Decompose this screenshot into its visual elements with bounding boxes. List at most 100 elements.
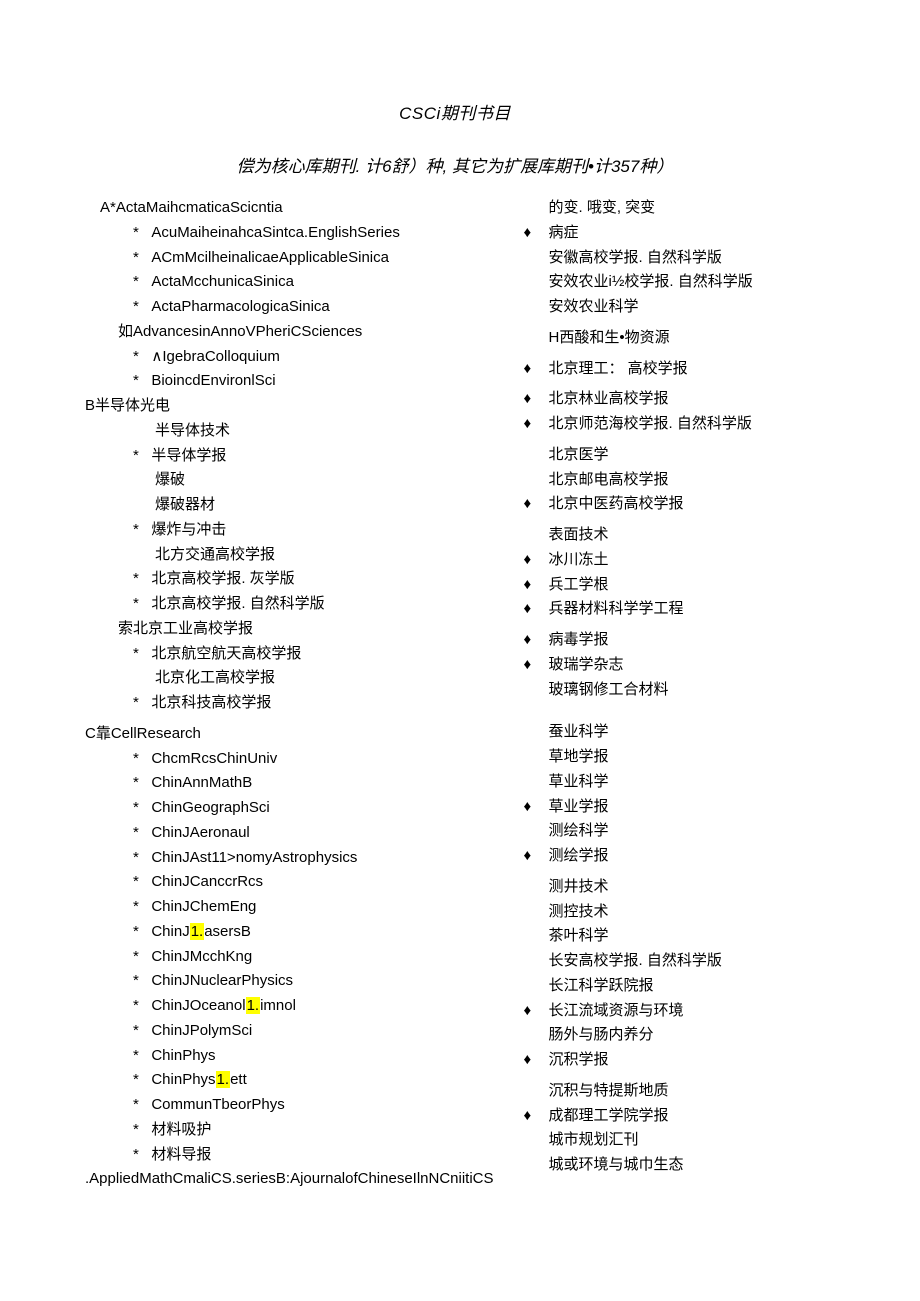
list-item: * ChinPhys1.ett bbox=[133, 1068, 494, 1093]
list-item: 爆破器材 bbox=[155, 493, 494, 518]
list-item: 北京化工高校学报 bbox=[155, 666, 494, 691]
list-item: * 爆炸与冲击 bbox=[133, 518, 494, 543]
list-item: ♦北京林业高校学报 bbox=[524, 387, 825, 412]
list-item: 蚕业科学 bbox=[549, 720, 825, 745]
list-item: ♦病症 bbox=[524, 221, 825, 246]
list-item: .AppliedMathCmaliCS.seriesB:AjournalofCh… bbox=[118, 1167, 494, 1192]
list-item: * ChinJNuclearPhysics bbox=[133, 969, 494, 994]
list-item: 城或环境与城巾生态 bbox=[549, 1153, 825, 1178]
list-item: * ChinAnnMathB bbox=[133, 771, 494, 796]
list-item: 玻璃钢修工合材料 bbox=[549, 678, 825, 703]
diamond-icon: ♦ bbox=[524, 597, 549, 622]
page-title: CSCi期刊书目 bbox=[85, 100, 825, 128]
section-a-head: A*ActaMaihcmaticaScicntia bbox=[100, 196, 494, 221]
list-item: 草地学报 bbox=[549, 745, 825, 770]
list-item: ♦草业学报 bbox=[524, 795, 825, 820]
list-item: * ChinJMcchKng bbox=[133, 945, 494, 970]
list-item: * 半导体学报 bbox=[133, 444, 494, 469]
list-item: 北京医学 bbox=[549, 443, 825, 468]
title-prefix: CSCi bbox=[399, 104, 441, 123]
list-item: ♦玻瑞学杂志 bbox=[524, 653, 825, 678]
list-item: 肠外与肠内养分 bbox=[549, 1023, 825, 1048]
diamond-icon: ♦ bbox=[524, 412, 549, 437]
list-item: 北方交通高校学报 bbox=[155, 543, 494, 568]
list-item: 茶叶科学 bbox=[549, 924, 825, 949]
list-item: * 北京科技高校学报 bbox=[133, 691, 494, 716]
list-item: ♦测绘学报 bbox=[524, 844, 825, 869]
diamond-icon: ♦ bbox=[524, 221, 549, 246]
list-item: 测井技术 bbox=[549, 875, 825, 900]
list-item: ♦沉积学报 bbox=[524, 1048, 825, 1073]
list-item: ♦成都理工学院学报 bbox=[524, 1104, 825, 1129]
list-item: 爆破 bbox=[155, 468, 494, 493]
title-suffix: 期刊书目 bbox=[441, 104, 511, 123]
list-item: * ChinJAst11>nomyAstrophysics bbox=[133, 846, 494, 871]
list-item: 北京邮电高校学报 bbox=[549, 468, 825, 493]
list-item: ♦长江流域资源与环境 bbox=[524, 999, 825, 1024]
diamond-icon: ♦ bbox=[524, 492, 549, 517]
list-item: H西酸和生•物资源 bbox=[549, 326, 825, 351]
highlight: 1. bbox=[190, 923, 205, 940]
diamond-icon: ♦ bbox=[524, 548, 549, 573]
list-item: 安效农业i½校学报. 自然科学版 bbox=[549, 270, 825, 295]
list-item: ♦冰川冻土 bbox=[524, 548, 825, 573]
list-item: 安徽高校学报. 自然科学版 bbox=[549, 246, 825, 271]
list-item: * ChinJCanccrRcs bbox=[133, 870, 494, 895]
list-item: * 北京航空航天高校学报 bbox=[133, 642, 494, 667]
list-item: * 材料吸护 bbox=[133, 1118, 494, 1143]
diamond-icon: ♦ bbox=[524, 1104, 549, 1129]
list-item: ♦北京师范海校学报. 自然科学版 bbox=[524, 412, 825, 437]
list-item: * 北京高校学报. 自然科学版 bbox=[133, 592, 494, 617]
list-item: * ActaPharmacologicaSinica bbox=[133, 295, 494, 320]
list-item: * 材料导报 bbox=[133, 1143, 494, 1168]
diamond-icon: ♦ bbox=[524, 653, 549, 678]
list-item: 沉积与特提斯地质 bbox=[549, 1079, 825, 1104]
list-item: * ACmMcilheinalicaeApplicableSinica bbox=[133, 246, 494, 271]
diamond-icon: ♦ bbox=[524, 1048, 549, 1073]
list-item: * ChinJOceanol1.imnol bbox=[133, 994, 494, 1019]
diamond-icon: ♦ bbox=[524, 999, 549, 1024]
highlight: 1. bbox=[246, 997, 261, 1014]
list-item: ♦兵器材料科学学工程 bbox=[524, 597, 825, 622]
list-item: * 北京高校学报. 灰学版 bbox=[133, 567, 494, 592]
diamond-icon: ♦ bbox=[524, 844, 549, 869]
list-item: ♦兵工学根 bbox=[524, 573, 825, 598]
list-item: 的变. 哦变, 突变 bbox=[549, 196, 825, 221]
list-item: 长安高校学报. 自然科学版 bbox=[549, 949, 825, 974]
left-column: A*ActaMaihcmaticaScicntia * AcuMaiheinah… bbox=[85, 196, 494, 1192]
list-item: * ChinPhys bbox=[133, 1044, 494, 1069]
section-b-head: B半导体光电 bbox=[85, 394, 494, 419]
diamond-icon: ♦ bbox=[524, 795, 549, 820]
list-item: 长江科学跃院报 bbox=[549, 974, 825, 999]
list-item: * CommunTbeorPhys bbox=[133, 1093, 494, 1118]
right-column: 的变. 哦变, 突变 ♦病症 安徽高校学报. 自然科学版 安效农业i½校学报. … bbox=[524, 196, 825, 1192]
list-item: 索北京工业高校学报 bbox=[118, 617, 494, 642]
list-item: 安效农业科学 bbox=[549, 295, 825, 320]
diamond-icon: ♦ bbox=[524, 357, 549, 382]
list-item: 测绘科学 bbox=[549, 819, 825, 844]
list-item: ♦病毒学报 bbox=[524, 628, 825, 653]
section-c-head: C靠CellResearch bbox=[85, 722, 494, 747]
list-item: * ActaMcchunicaSinica bbox=[133, 270, 494, 295]
list-item: * ChinGeographSci bbox=[133, 796, 494, 821]
diamond-icon: ♦ bbox=[524, 573, 549, 598]
list-item: 草业科学 bbox=[549, 770, 825, 795]
list-item: * ChinJChemEng bbox=[133, 895, 494, 920]
list-item: 测控技术 bbox=[549, 900, 825, 925]
list-item: * BioincdEnvironlSci bbox=[133, 369, 494, 394]
list-item: * AcuMaiheinahcaSintca.EnglishSeries bbox=[133, 221, 494, 246]
highlight: 1. bbox=[216, 1071, 231, 1088]
list-item: 表面技术 bbox=[549, 523, 825, 548]
list-item: * ChinJ1.asersB bbox=[133, 920, 494, 945]
list-item: * ∧IgebraColloquium bbox=[133, 345, 494, 370]
diamond-icon: ♦ bbox=[524, 387, 549, 412]
list-item: 半导体技术 bbox=[155, 419, 494, 444]
list-item: ♦北京中医药高校学报 bbox=[524, 492, 825, 517]
list-item: ♦北京理工： 高校学报 bbox=[524, 357, 825, 382]
list-item: 城市规划汇刊 bbox=[549, 1128, 825, 1153]
list-item: * ChinJPolymSci bbox=[133, 1019, 494, 1044]
list-item: * ChcmRcsChinUniv bbox=[133, 747, 494, 772]
diamond-icon: ♦ bbox=[524, 628, 549, 653]
page-subtitle: 偿为核心库期刊. 计6舒）种, 其它为扩展库期刊•计357种） bbox=[85, 153, 825, 181]
list-item: * ChinJAeronaul bbox=[133, 821, 494, 846]
